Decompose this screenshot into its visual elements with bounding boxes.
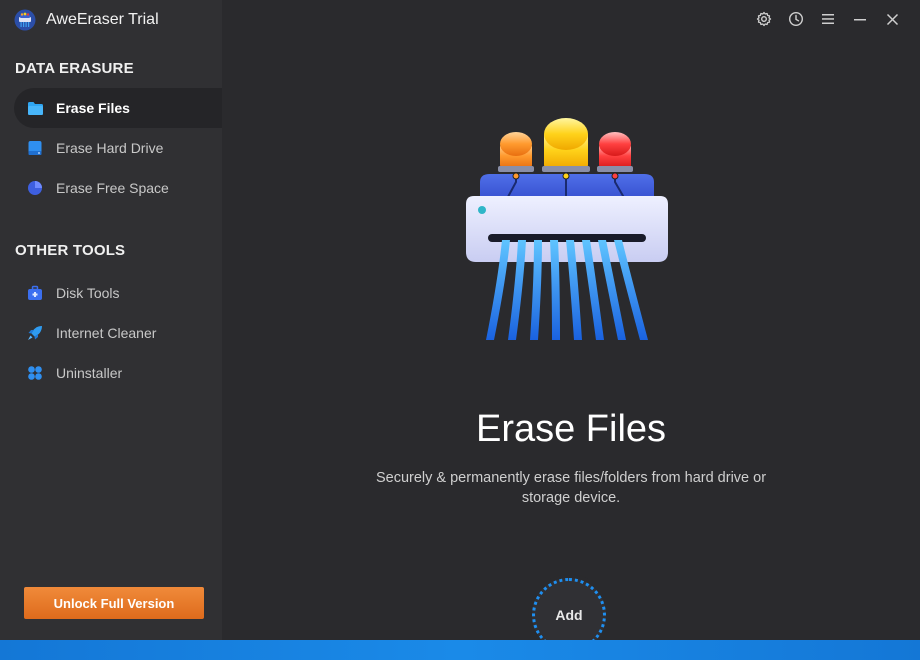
sidebar-item-erase-free-space[interactable]: Erase Free Space (14, 168, 222, 208)
minimize-icon[interactable] (844, 8, 876, 30)
titlebar-left: AweEraser Trial (0, 0, 222, 40)
app-title: AweEraser Trial (46, 11, 159, 28)
close-icon[interactable] (876, 8, 908, 30)
folder-icon (26, 99, 44, 117)
sidebar-item-label: Erase Hard Drive (56, 140, 164, 156)
shredder-illustration (466, 118, 668, 340)
sidebar-item-label: Internet Cleaner (56, 325, 157, 341)
gear-icon[interactable] (748, 8, 780, 30)
app-window: AweEraser Trial DATA ERASURE Erase Files… (0, 0, 920, 660)
sidebar-item-label: Erase Free Space (56, 180, 169, 196)
sidebar-item-label: Erase Files (56, 100, 130, 116)
sidebar-item-uninstaller[interactable]: Uninstaller (14, 353, 222, 393)
sidebar-item-erase-hard-drive[interactable]: Erase Hard Drive (14, 128, 222, 168)
sidebar-item-label: Uninstaller (56, 365, 123, 381)
sidebar-item-internet-cleaner[interactable]: Internet Cleaner (14, 313, 222, 353)
hard-drive-icon (26, 139, 44, 157)
menu-icon[interactable] (812, 8, 844, 30)
history-icon[interactable] (780, 8, 812, 30)
sidebar-item-label: Disk Tools (56, 285, 120, 301)
apps-icon (26, 364, 44, 382)
pie-chart-icon (26, 179, 44, 197)
toolbox-icon (26, 284, 44, 302)
rocket-icon (26, 324, 44, 342)
section-title-other-tools: OTHER TOOLS (15, 242, 126, 259)
page-title: Erase Files (475, 408, 667, 450)
bottom-accent-bar (0, 640, 920, 660)
unlock-full-version-button[interactable]: Unlock Full Version (24, 587, 204, 619)
app-logo-icon (14, 9, 36, 31)
sidebar-item-erase-files[interactable]: Erase Files (14, 88, 222, 128)
main-panel: Erase Files Securely & permanently erase… (222, 0, 920, 656)
section-title-data-erasure: DATA ERASURE (15, 60, 134, 77)
sidebar: AweEraser Trial DATA ERASURE Erase Files… (0, 0, 222, 640)
page-description: Securely & permanently erase files/folde… (375, 470, 767, 506)
window-controls (748, 8, 908, 30)
sidebar-item-disk-tools[interactable]: Disk Tools (14, 273, 222, 313)
